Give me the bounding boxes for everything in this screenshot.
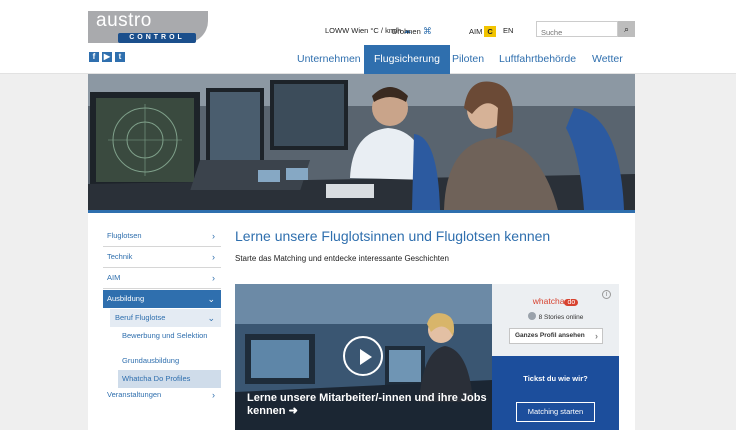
page-title: Lerne unsere Fluglotsinnen und Fluglotse…: [235, 228, 551, 244]
hero-image: [88, 74, 635, 210]
sidebar-item-label: Grundausbildung: [122, 356, 180, 365]
stories-text: 8 Stories online: [538, 314, 584, 321]
chevron-down-icon: ⌄: [207, 313, 215, 323]
sidebar-item-ausbildung[interactable]: Ausbildung ⌄: [103, 290, 221, 308]
whatchado-logo-text: whatcha: [532, 296, 565, 306]
sidebar-item-bewerbung[interactable]: Bewerbung und Selektion: [118, 329, 221, 351]
full-profile-label: Ganzes Profil ansehen: [515, 332, 585, 339]
drone-icon: ⌘: [422, 26, 432, 36]
video-player[interactable]: Lerne unsere Mitarbeiter/-innen und ihre…: [235, 284, 492, 430]
search-field: [536, 21, 618, 40]
whatchado-logo[interactable]: whatcha do: [492, 296, 619, 306]
play-button[interactable]: [343, 336, 383, 376]
matching-panel: Tickst du wie wir? Matching starten: [492, 356, 619, 430]
whatchado-profile-panel: whatcha do i 8 Stories online Ganzes Prof…: [492, 284, 619, 356]
sidebar-item-label: Technik: [107, 252, 133, 261]
chevron-right-icon: ›: [212, 390, 215, 400]
sidebar-item-veranstaltungen[interactable]: Veranstaltungen ›: [103, 386, 221, 404]
sidebar-divider: [103, 246, 221, 247]
nav-wetter[interactable]: Wetter: [592, 45, 623, 74]
sidebar-item-label: Bewerbung und Selektion: [122, 331, 208, 340]
search-button[interactable]: ⌕: [618, 21, 635, 37]
logo-word: austro: [96, 10, 152, 31]
language-switch[interactable]: EN: [503, 26, 513, 35]
search-icon: ⌕: [623, 24, 630, 34]
weather-text: LOWW Wien °C / km/h: [325, 26, 402, 35]
sidebar-divider: [103, 288, 221, 289]
sidebar-item-aim[interactable]: AIM ›: [103, 269, 221, 287]
avatar: [527, 312, 536, 320]
matching-question: Tickst du wie wir?: [523, 374, 588, 383]
sidebar-item-fluglotsen[interactable]: Fluglotsen ›: [103, 227, 221, 245]
search-input[interactable]: [537, 25, 615, 40]
chevron-right-icon: ›: [212, 231, 215, 241]
sidebar-divider: [103, 267, 221, 268]
site-header: austro CONTROL f ▶ t LOWW Wien °C / km/h…: [0, 0, 736, 74]
nav-luftfahrtbehoerde[interactable]: Luftfahrtbehörde: [499, 45, 576, 74]
sidebar-item-label: Whatcha Do Profiles: [122, 374, 191, 383]
full-profile-button[interactable]: Ganzes Profil ansehen ›: [509, 328, 603, 344]
drohnen-link[interactable]: Drohnen ⌘: [392, 26, 432, 37]
sidebar-item-label: Beruf Fluglotse: [115, 313, 166, 322]
nav-piloten[interactable]: Piloten: [452, 45, 484, 74]
facebook-icon[interactable]: f: [89, 52, 99, 62]
info-icon[interactable]: i: [602, 290, 611, 299]
sidebar-item-label: Veranstaltungen: [107, 390, 162, 399]
aim-badge: C: [484, 26, 496, 37]
sidebar-item-label: AIM: [107, 273, 121, 282]
whatchado-logo-badge: do: [564, 299, 579, 306]
drohnen-label: Drohnen: [392, 27, 421, 36]
chevron-right-icon: ›: [212, 273, 215, 283]
logo-subword: CONTROL: [118, 33, 196, 43]
nav-flugsicherung[interactable]: Flugsicherung: [364, 45, 450, 74]
chevron-right-icon: ›: [212, 252, 215, 262]
nav-unternehmen[interactable]: Unternehmen: [297, 45, 361, 74]
sidebar-item-label: Ausbildung: [107, 294, 145, 303]
sidebar-item-technik[interactable]: Technik ›: [103, 248, 221, 266]
matching-start-button[interactable]: Matching starten: [516, 402, 595, 422]
stories-count: 8 Stories online: [492, 312, 619, 321]
austro-control-logo[interactable]: austro CONTROL: [88, 10, 208, 43]
chevron-right-icon: ›: [595, 331, 598, 341]
twitter-icon[interactable]: t: [115, 52, 125, 62]
aim-link[interactable]: AIM C: [469, 26, 496, 37]
page-subtitle: Starte das Matching und entdecke interes…: [235, 254, 449, 263]
video-caption[interactable]: Lerne unsere Mitarbeiter/-innen und ihre…: [247, 392, 487, 418]
aim-label: AIM: [469, 27, 483, 36]
sidebar-item-label: Fluglotsen: [107, 231, 142, 240]
sidebar-item-beruf-fluglotse[interactable]: Beruf Fluglotse ⌄: [110, 309, 221, 327]
chevron-down-icon: ⌄: [207, 294, 215, 304]
youtube-icon[interactable]: ▶: [102, 52, 112, 62]
control-room-illustration: [88, 74, 635, 210]
sidebar-item-grundausbildung[interactable]: Grundausbildung: [118, 352, 221, 370]
